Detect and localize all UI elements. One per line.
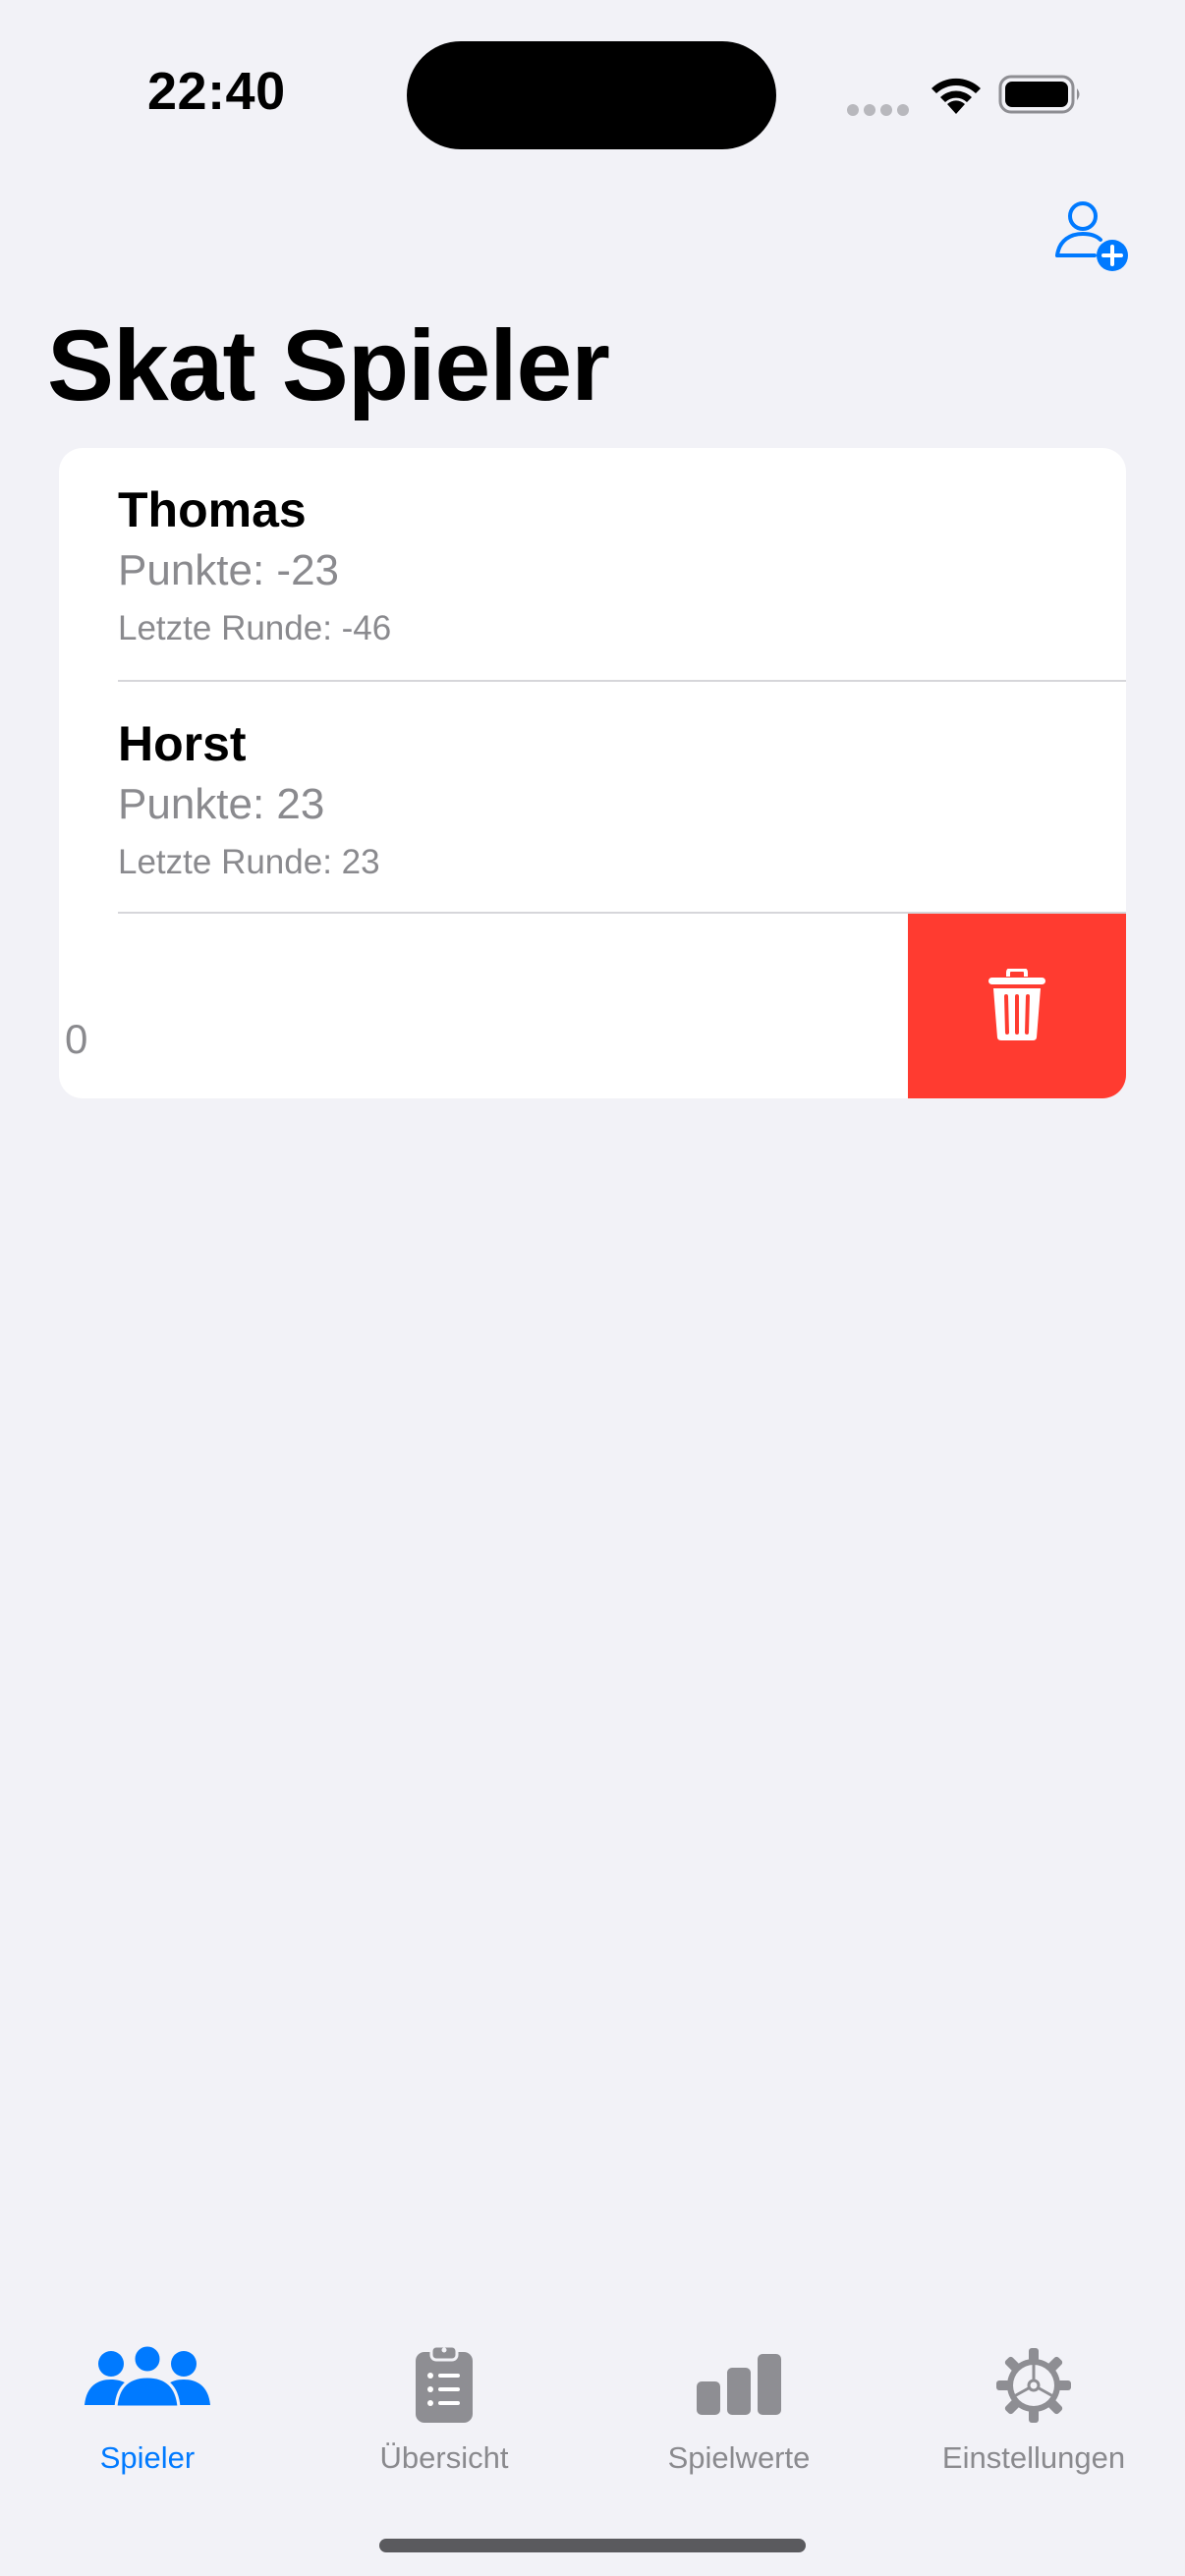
tab-uebersicht[interactable]: Übersicht	[297, 2319, 592, 2495]
tab-label: Spieler	[99, 2440, 196, 2475]
status-time: 22:40	[147, 62, 286, 121]
chart-bar-icon	[697, 2354, 781, 2415]
trash-icon	[988, 969, 1045, 1040]
player-name: Horst	[118, 716, 247, 771]
player-points: Punkte: -23	[118, 546, 340, 594]
person-badge-plus-icon	[1055, 201, 1128, 271]
swiped-row-value: 0	[65, 1016, 88, 1062]
clipboard-list-icon	[416, 2344, 473, 2423]
add-player-button[interactable]	[1051, 195, 1134, 277]
cellular-signal-icon	[847, 104, 910, 116]
tab-label: Spielwerte	[667, 2440, 811, 2475]
person-3-icon	[85, 2344, 210, 2409]
delete-button[interactable]	[908, 914, 1126, 1098]
player-row-thomas[interactable]: Thomas Punkte: -23 Letzte Runde: -46	[59, 448, 1126, 680]
player-last-round: Letzte Runde: 23	[118, 843, 380, 881]
player-points: Punkte: 23	[118, 780, 325, 828]
tab-spieler[interactable]: Spieler	[0, 2319, 295, 2495]
gear-icon	[996, 2348, 1071, 2423]
app-screen: 22:40 Skat Spieler Thomas Punkte: -23 Le…	[0, 0, 1185, 2576]
tab-label: Einstellungen	[941, 2440, 1126, 2475]
player-row-horst[interactable]: Horst Punkte: 23 Letzte Runde: 23	[59, 682, 1126, 914]
tab-label: Übersicht	[379, 2440, 509, 2475]
home-indicator	[379, 2539, 806, 2552]
tab-spielwerte[interactable]: Spielwerte	[592, 2319, 886, 2495]
tab-bar: Spieler Übersicht Spielwerte Einstellung…	[0, 2319, 1185, 2576]
wifi-icon	[931, 78, 981, 114]
battery-icon	[998, 75, 1080, 114]
player-row-swiped: 0	[59, 914, 1126, 1098]
dynamic-island	[407, 41, 776, 149]
tab-einstellungen[interactable]: Einstellungen	[886, 2319, 1181, 2495]
player-list: Thomas Punkte: -23 Letzte Runde: -46 Hor…	[59, 448, 1126, 1098]
player-name: Thomas	[118, 482, 307, 537]
player-last-round: Letzte Runde: -46	[118, 609, 392, 647]
page-title: Skat Spieler	[47, 309, 610, 421]
swiped-row-content[interactable]: 0	[59, 914, 908, 1098]
